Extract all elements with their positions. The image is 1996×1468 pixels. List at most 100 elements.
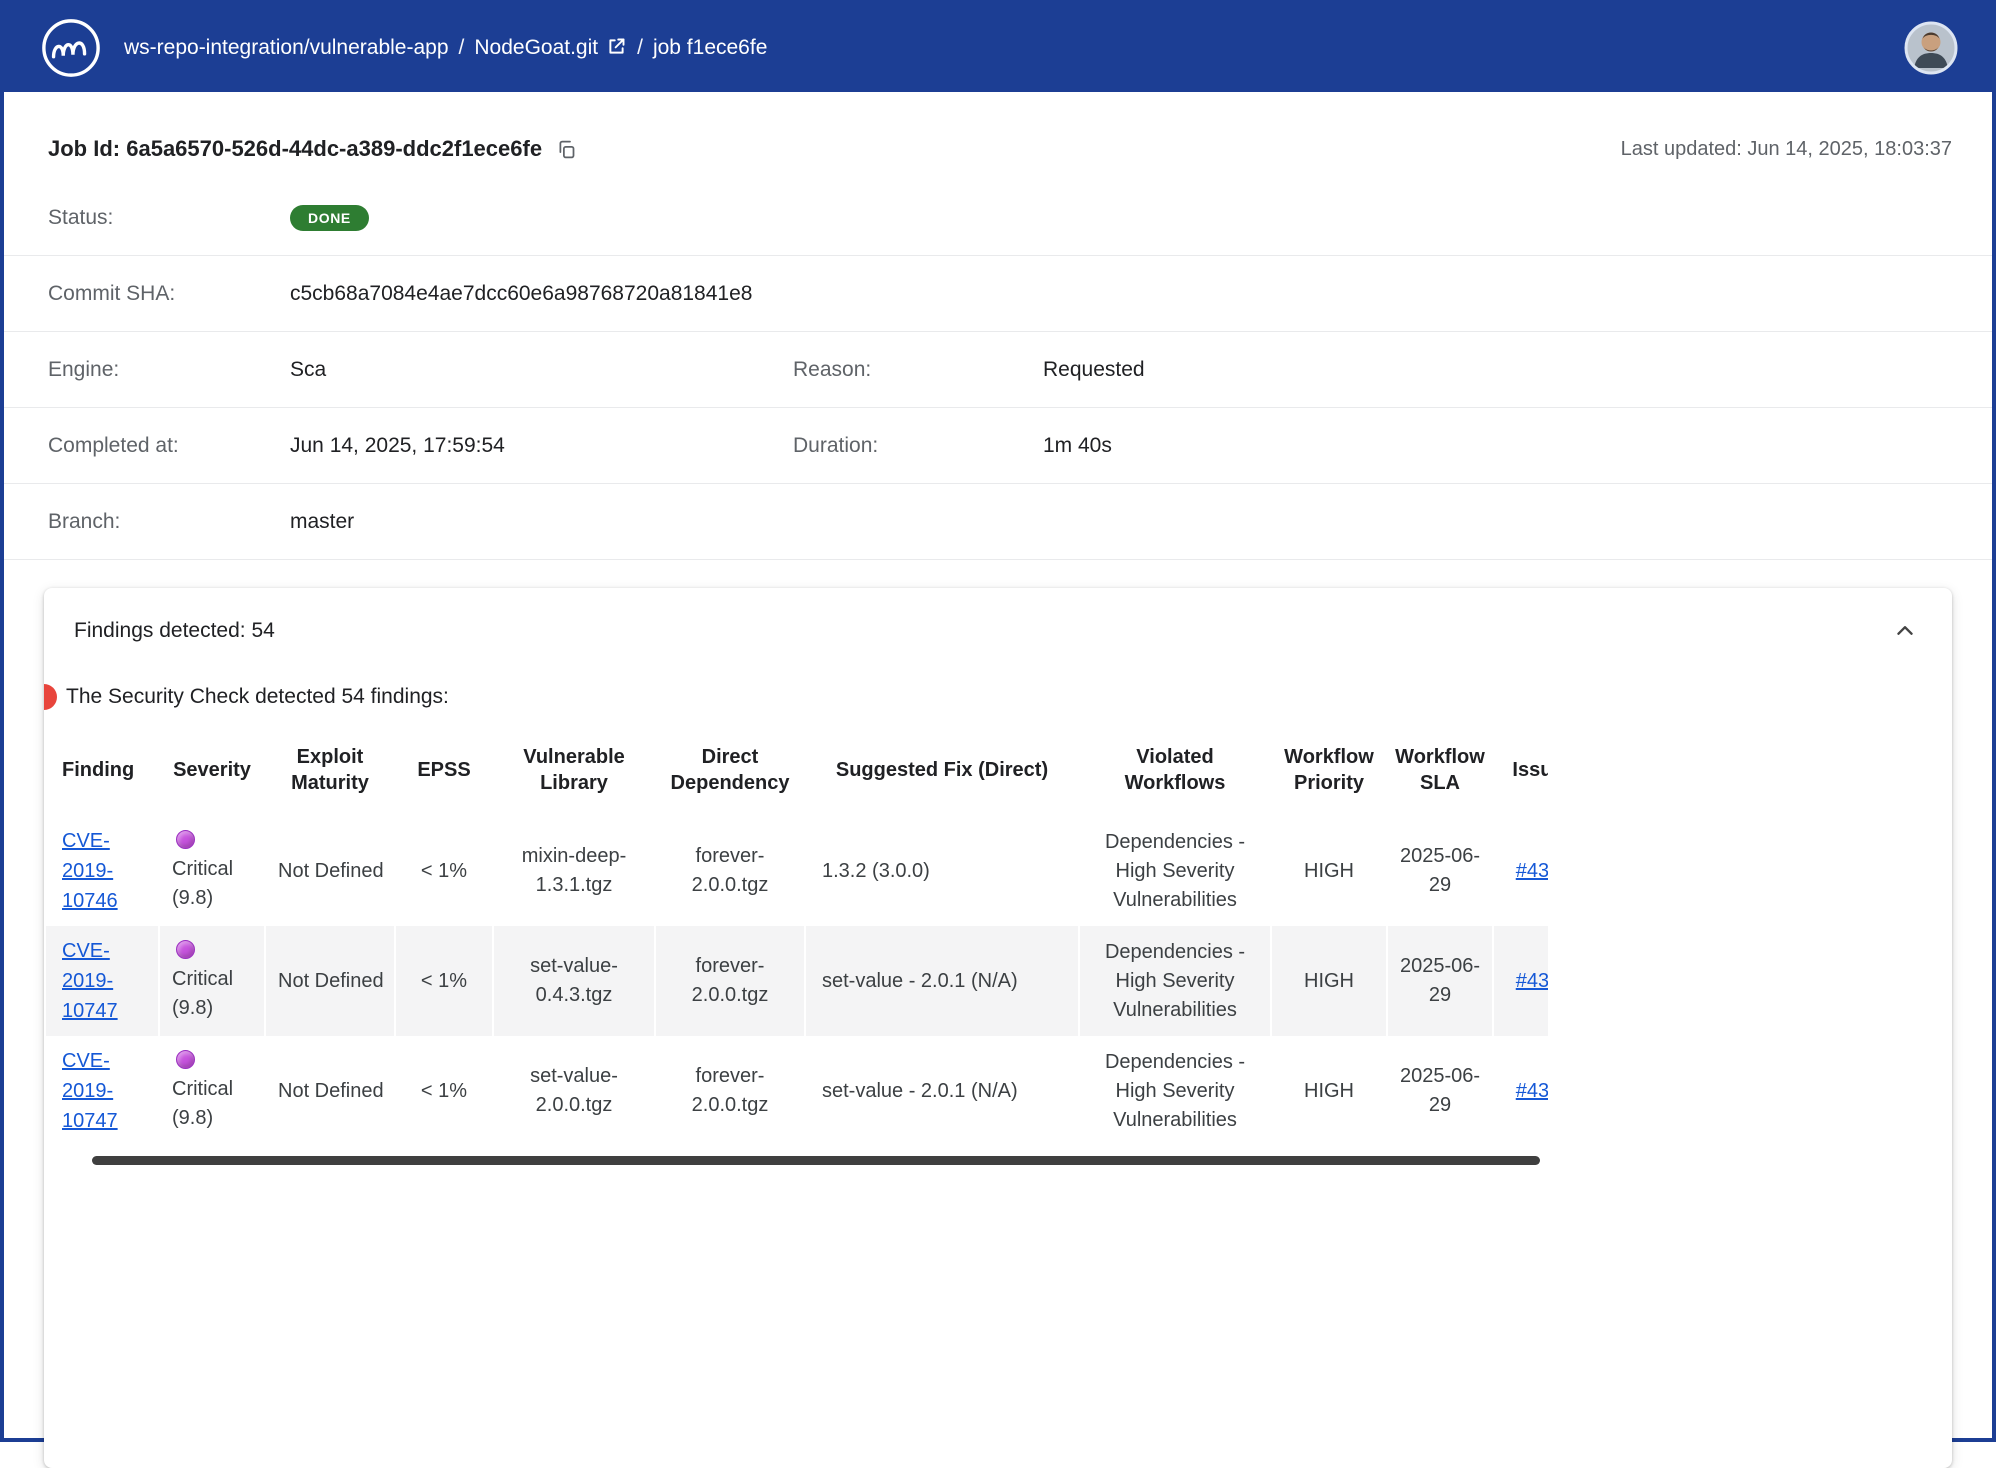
workflow-sla-cell: 2025-06-29 [1388, 926, 1492, 1036]
col-finding: Finding [46, 724, 158, 816]
engine-label: Engine: [48, 358, 290, 382]
finding-row: CVE-2019-10747 Critical (9.8) Not Define… [46, 926, 1548, 1036]
finding-row: CVE-2019-10747 Critical (9.8) Not Define… [46, 1036, 1548, 1146]
job-id-title: Job Id: 6a5a6570-526d-44dc-a389-ddc2f1ec… [48, 136, 542, 162]
breadcrumb-job: job f1ece6fe [653, 36, 767, 60]
exploit-maturity-cell: Not Defined [266, 1036, 394, 1146]
breadcrumb-separator: / [637, 36, 643, 60]
severity-dot-icon [176, 830, 195, 849]
error-icon [44, 684, 57, 710]
findings-table-header-row: Finding Severity Exploit Maturity EPSS V… [46, 724, 1548, 816]
completed-duration-row: Completed at: Jun 14, 2025, 17:59:54 Dur… [4, 408, 1992, 484]
severity-cell: Critical (9.8) [160, 926, 264, 1036]
col-severity: Severity [160, 724, 264, 816]
copy-job-id-button[interactable] [554, 137, 579, 162]
breadcrumb-separator: / [459, 36, 465, 60]
cve-link[interactable]: CVE-2019-10747 [62, 940, 118, 1022]
breadcrumb-repo[interactable]: ws-repo-integration/vulnerable-app [124, 36, 449, 60]
findings-title: Findings detected: 54 [74, 619, 275, 643]
suggested-fix-cell: set-value - 2.0.1 (N/A) [806, 1036, 1078, 1146]
user-avatar[interactable] [1904, 21, 1958, 75]
col-suggested-fix: Suggested Fix (Direct) [806, 724, 1078, 816]
findings-scroll-region: The Security Check detected 54 findings:… [44, 684, 1548, 1165]
col-workflow-sla: Workflow SLA [1388, 724, 1492, 816]
engine-reason-row: Engine: Sca Reason: Requested [4, 332, 1992, 408]
violated-workflows-cell: Dependencies - High Severity Vulnerabili… [1080, 1036, 1270, 1146]
vulnerable-library-cell: set-value-0.4.3.tgz [494, 926, 654, 1036]
violated-workflows-cell: Dependencies - High Severity Vulnerabili… [1080, 816, 1270, 926]
reason-value: Requested [1043, 358, 1992, 382]
findings-table-body: CVE-2019-10746 Critical (9.8) Not Define… [46, 816, 1548, 1146]
severity-label: Critical (9.8) [172, 968, 233, 1019]
workflow-sla-cell: 2025-06-29 [1388, 816, 1492, 926]
issue-link[interactable]: #436 [1516, 860, 1548, 882]
workflow-priority-cell: HIGH [1272, 1036, 1386, 1146]
commit-sha-label: Commit SHA: [48, 282, 290, 306]
branch-row: Branch: master [4, 484, 1992, 560]
exploit-maturity-cell: Not Defined [266, 926, 394, 1036]
workflow-priority-cell: HIGH [1272, 926, 1386, 1036]
commit-sha-row: Commit SHA: c5cb68a7084e4ae7dcc60e6a9876… [4, 256, 1992, 332]
top-navigation-bar: ws-repo-integration/vulnerable-app / Nod… [4, 4, 1992, 92]
finding-row: CVE-2019-10746 Critical (9.8) Not Define… [46, 816, 1548, 926]
status-row: Status: DONE [4, 180, 1992, 256]
completed-at-value: Jun 14, 2025, 17:59:54 [290, 434, 793, 458]
col-epss: EPSS [396, 724, 492, 816]
external-link-icon[interactable] [606, 36, 627, 57]
direct-dependency-cell: forever-2.0.0.tgz [656, 926, 804, 1036]
severity-dot-icon [176, 940, 195, 959]
issue-link[interactable]: #436 [1516, 1080, 1548, 1102]
completed-at-label: Completed at: [48, 434, 290, 458]
horizontal-scrollbar-thumb[interactable] [92, 1156, 1540, 1165]
violated-workflows-cell: Dependencies - High Severity Vulnerabili… [1080, 926, 1270, 1036]
findings-alert-row: The Security Check detected 54 findings: [44, 684, 1548, 710]
direct-dependency-cell: forever-2.0.0.tgz [656, 816, 804, 926]
collapse-findings-button[interactable] [1888, 614, 1922, 648]
branch-label: Branch: [48, 510, 290, 534]
chevron-up-icon [1892, 618, 1918, 644]
epss-cell: < 1% [396, 816, 492, 926]
mend-logo-icon[interactable] [40, 17, 102, 79]
severity-dot-icon [176, 1050, 195, 1069]
page: { "theme": { "accent": "#1c3e94", "statu… [0, 0, 1996, 1442]
col-violated-workflows: Violated Workflows [1080, 724, 1270, 816]
findings-card: Findings detected: 54 The Security Check… [44, 588, 1952, 1468]
epss-cell: < 1% [396, 1036, 492, 1146]
suggested-fix-cell: set-value - 2.0.1 (N/A) [806, 926, 1078, 1036]
severity-label: Critical (9.8) [172, 858, 233, 909]
reason-label: Reason: [793, 358, 1043, 382]
status-label: Status: [48, 206, 290, 230]
issue-link[interactable]: #436 [1516, 970, 1548, 992]
vulnerable-library-cell: mixin-deep-1.3.1.tgz [494, 816, 654, 926]
last-updated-text: Last updated: Jun 14, 2025, 18:03:37 [1621, 138, 1952, 161]
epss-cell: < 1% [396, 926, 492, 1036]
cve-link[interactable]: CVE-2019-10747 [62, 1050, 118, 1132]
commit-sha-value: c5cb68a7084e4ae7dcc60e6a98768720a81841e8 [290, 282, 1992, 306]
breadcrumb-project[interactable]: NodeGoat.git [474, 36, 627, 60]
status-badge: DONE [290, 205, 369, 231]
col-issue: Issue [1494, 724, 1548, 816]
findings-table: Finding Severity Exploit Maturity EPSS V… [44, 724, 1548, 1146]
vulnerable-library-cell: set-value-2.0.0.tgz [494, 1036, 654, 1146]
copy-icon [556, 139, 577, 160]
findings-alert-text: The Security Check detected 54 findings: [66, 685, 449, 709]
col-vulnerable-library: Vulnerable Library [494, 724, 654, 816]
engine-value: Sca [290, 358, 793, 382]
col-workflow-priority: Workflow Priority [1272, 724, 1386, 816]
workflow-priority-cell: HIGH [1272, 816, 1386, 926]
duration-value: 1m 40s [1043, 434, 1992, 458]
workflow-sla-cell: 2025-06-29 [1388, 1036, 1492, 1146]
exploit-maturity-cell: Not Defined [266, 816, 394, 926]
duration-label: Duration: [793, 434, 1043, 458]
job-header-row: Job Id: 6a5a6570-526d-44dc-a389-ddc2f1ec… [4, 126, 1992, 172]
cve-link[interactable]: CVE-2019-10746 [62, 830, 118, 912]
findings-card-header: Findings detected: 54 [44, 588, 1952, 654]
col-direct-dependency: Direct Dependency [656, 724, 804, 816]
col-exploit-maturity: Exploit Maturity [266, 724, 394, 816]
severity-cell: Critical (9.8) [160, 1036, 264, 1146]
job-details-page: Job Id: 6a5a6570-526d-44dc-a389-ddc2f1ec… [4, 92, 1992, 1468]
severity-label: Critical (9.8) [172, 1078, 233, 1129]
breadcrumb: ws-repo-integration/vulnerable-app / Nod… [124, 36, 1884, 60]
severity-cell: Critical (9.8) [160, 816, 264, 926]
direct-dependency-cell: forever-2.0.0.tgz [656, 1036, 804, 1146]
